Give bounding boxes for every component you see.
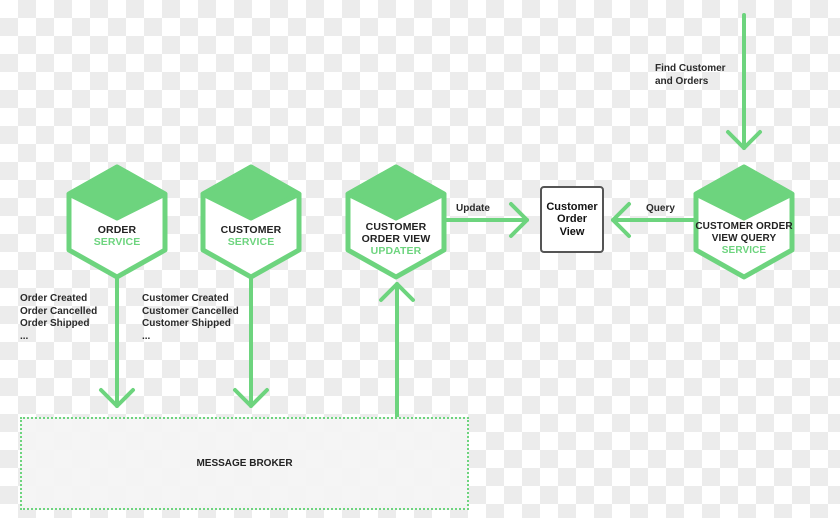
order-events-list: Order Created Order Cancelled Order Ship… — [20, 293, 97, 343]
order-service-label: ORDER SERVICE — [72, 224, 162, 248]
customer-events-arrow — [233, 276, 269, 408]
event-item: ... — [142, 330, 151, 342]
event-item: Customer Created — [142, 293, 229, 304]
message-broker-label: MESSAGE BROKER — [196, 458, 293, 469]
order-events-arrow — [99, 276, 135, 408]
service-name-line: VIEW QUERY — [711, 233, 777, 244]
update-label: Update — [456, 203, 490, 214]
event-item: Order Cancelled — [20, 305, 98, 317]
query-label: Query — [646, 203, 675, 214]
event-item: Order Created — [20, 293, 88, 304]
customer-order-view-updater-label: CUSTOMER ORDER VIEW UPDATER — [348, 221, 444, 257]
service-name-line: CUSTOMER ORDER — [695, 221, 793, 232]
event-item: ... — [20, 330, 29, 342]
event-item: Customer Cancelled — [142, 305, 239, 317]
service-name-line: ORDER — [97, 224, 137, 236]
service-role: UPDATER — [370, 245, 422, 257]
service-name-line: CUSTOMER — [220, 224, 282, 236]
find-label-line: Find Customer — [655, 63, 726, 74]
customer-service-hexagon — [200, 164, 302, 280]
find-label-line: and Orders — [655, 75, 709, 87]
view-box-line: Customer — [546, 200, 598, 213]
customer-service-label: CUSTOMER SERVICE — [206, 224, 296, 248]
order-service-hexagon — [66, 164, 168, 280]
event-item: Order Shipped — [20, 318, 90, 329]
find-customer-label: Find Customer and Orders — [655, 63, 726, 88]
service-role: SERVICE — [227, 236, 275, 248]
customer-order-view-query-service-label: CUSTOMER ORDER VIEW QUERY SERVICE — [692, 221, 796, 257]
service-name-line: ORDER VIEW — [361, 233, 431, 245]
service-name-line: CUSTOMER — [365, 221, 427, 233]
service-role: SERVICE — [93, 236, 141, 248]
message-broker: MESSAGE BROKER — [20, 417, 469, 510]
event-item: Customer Shipped — [142, 318, 231, 329]
view-box-line: View — [559, 225, 585, 238]
customer-order-view-box: Customer Order View — [540, 186, 604, 253]
broker-to-updater-arrow — [379, 282, 415, 419]
service-role: SERVICE — [721, 245, 767, 256]
view-box-line: Order — [557, 213, 587, 226]
find-customer-arrow — [726, 13, 762, 150]
customer-events-list: Customer Created Customer Cancelled Cust… — [142, 293, 239, 343]
